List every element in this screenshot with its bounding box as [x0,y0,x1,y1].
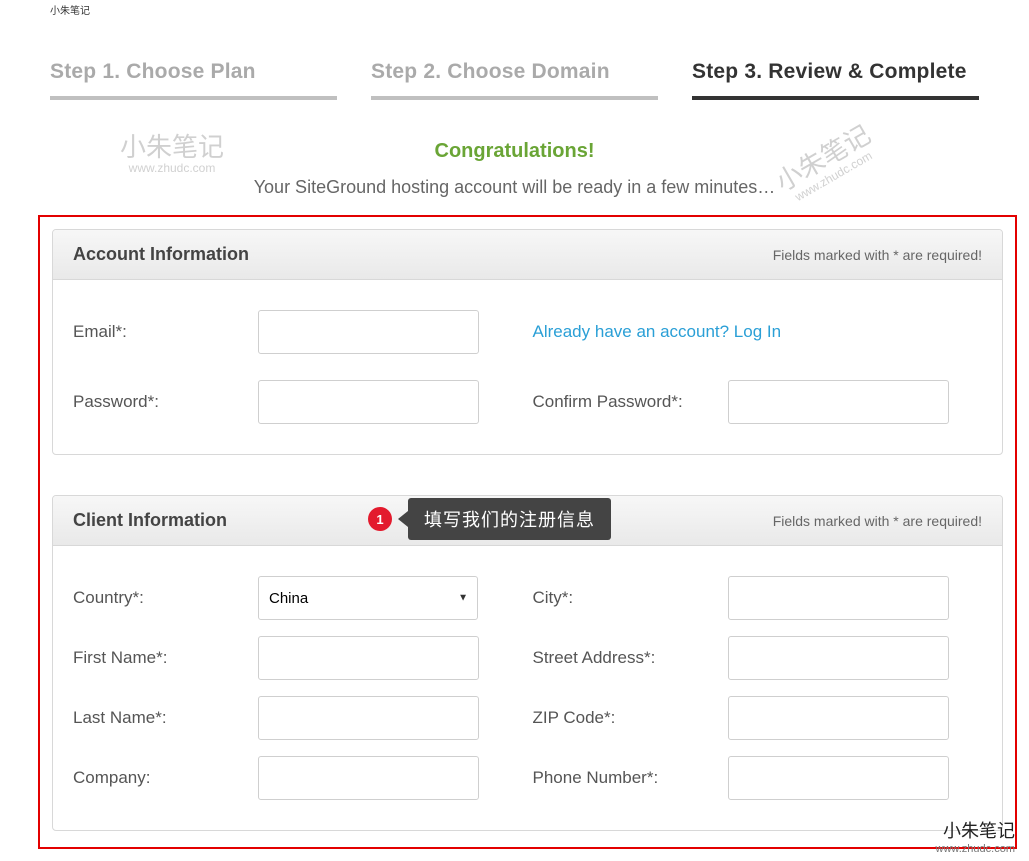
client-panel-title: Client Information [73,510,227,531]
street-address-label: Street Address*: [533,648,728,668]
required-note: Fields marked with * are required! [773,513,982,529]
company-label: Company: [73,768,258,788]
account-panel-header: Account Information Fields marked with *… [53,230,1002,280]
zip-code-field[interactable] [728,696,949,740]
phone-number-label: Phone Number*: [533,768,728,788]
account-panel: Account Information Fields marked with *… [52,229,1003,455]
account-panel-title: Account Information [73,244,249,265]
email-label: Email*: [73,322,258,342]
phone-number-field[interactable] [728,756,949,800]
login-link[interactable]: Already have an account? Log In [533,322,782,342]
step-choose-domain[interactable]: Step 2. Choose Domain [371,60,658,100]
country-label: Country*: [73,588,258,608]
first-name-label: First Name*: [73,648,258,668]
progress-steps: Step 1. Choose Plan Step 2. Choose Domai… [50,60,979,100]
password-label: Password*: [73,392,258,412]
city-field[interactable] [728,576,949,620]
first-name-field[interactable] [258,636,479,680]
last-name-field[interactable] [258,696,479,740]
annotation-text: 填写我们的注册信息 [408,498,611,540]
last-name-label: Last Name*: [73,708,258,728]
annotation-arrow-icon [398,511,408,527]
watermark-bottom-right: 小朱笔记 www.zhudc.com [936,817,1015,855]
confirm-password-label: Confirm Password*: [533,392,728,412]
required-note: Fields marked with * are required! [773,247,982,263]
country-select[interactable]: China [258,576,478,620]
account-panel-body: Email*: Already have an account? Log In … [53,280,1002,454]
company-field[interactable] [258,756,479,800]
step-choose-plan[interactable]: Step 1. Choose Plan [50,60,337,100]
page-container: Step 1. Choose Plan Step 2. Choose Domai… [0,0,1029,198]
client-panel-body: Country*: China City*: First Name*: [53,546,1002,830]
zip-code-label: ZIP Code*: [533,708,728,728]
step-review-complete[interactable]: Step 3. Review & Complete [692,60,979,100]
client-panel: Client Information Fields marked with * … [52,495,1003,831]
street-address-field[interactable] [728,636,949,680]
annotation-number-badge: 1 [368,507,392,531]
email-field[interactable] [258,310,479,354]
congrats-heading: Congratulations! [50,140,979,163]
congrats-subtext: Your SiteGround hosting account will be … [50,177,979,198]
confirm-password-field[interactable] [728,380,949,424]
annotation-callout: 1 填写我们的注册信息 [368,498,611,540]
city-label: City*: [533,588,728,608]
password-field[interactable] [258,380,479,424]
